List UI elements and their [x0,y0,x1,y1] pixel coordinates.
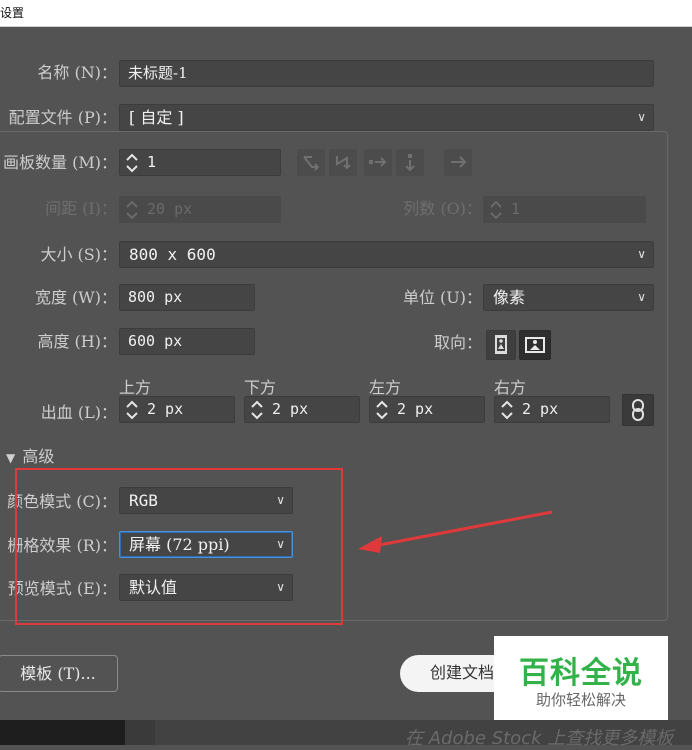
spacing-value: 20 px [147,200,193,218]
bleed-top-label: 上方 [119,378,152,397]
bleed-right-label: 右方 [494,378,527,397]
bleed-label: 出血 (L)： [40,403,117,422]
size-value: 800 x 600 [129,245,216,264]
profile-label: 配置文件 (P)： [8,108,117,127]
bleed-bottom-value: 2 px [272,400,309,418]
bottom-bar: 在 Adobe Stock 上查找更多模板 [0,720,692,749]
spacing-stepper[interactable]: 20 px [119,196,281,223]
chevron-down-icon: ∨ [637,110,646,124]
advanced-toggle[interactable]: ▼ 高级 [6,445,54,469]
stepper-arrows-icon [251,400,263,420]
artboard-count-stepper[interactable]: 1 [119,149,281,176]
stepper-arrows-icon [376,400,388,420]
annotation-highlight-box [15,468,343,625]
chevron-down-icon: ∨ [637,290,646,304]
columns-label: 列数 (O)： [403,199,482,218]
stepper-arrows-icon [490,200,502,220]
columns-value: 1 [511,200,521,218]
grid-by-row-icon[interactable] [297,149,325,176]
size-label: 大小 (S)： [40,245,117,264]
height-label: 高度 (H)： [37,332,117,351]
profile-dropdown[interactable]: [ 自定 ] ∨ [119,104,654,131]
arrange-by-row-icon[interactable] [364,149,392,176]
templates-button[interactable]: 模板 (T)... [0,655,118,692]
bleed-left-stepper[interactable]: 2 px [369,396,485,423]
bleed-top-value: 2 px [147,400,184,418]
bleed-bottom-stepper[interactable]: 2 px [244,396,360,423]
advanced-label: 高级 [22,447,55,466]
spacing-label: 间距 (I)： [45,199,117,218]
portrait-orientation-icon[interactable] [486,330,516,360]
height-input[interactable]: 600 px [119,328,255,355]
title-bar: 设置 [0,0,692,27]
landscape-orientation-icon[interactable] [519,330,551,360]
annotation-arrow-icon [358,510,553,553]
width-input[interactable]: 800 px [119,284,255,311]
units-label: 单位 (U)： [402,288,482,307]
artboard-count-value: 1 [147,153,157,171]
orientation-label: 取向： [433,333,482,352]
bleed-left-label: 左方 [369,378,402,397]
units-value: 像素 [493,288,526,307]
arrange-by-column-icon[interactable] [396,149,424,176]
stepper-arrows-icon [126,200,138,220]
width-label: 宽度 (W)： [34,288,117,307]
watermark-subtitle: 助你轻松解决 [535,691,626,709]
watermark-logo: 百科全说 助你轻松解决 [494,636,668,720]
bleed-right-value: 2 px [522,400,559,418]
stepper-arrows-icon [501,400,513,420]
size-dropdown[interactable]: 800 x 600 ∨ [119,241,654,268]
stepper-arrows-icon [126,153,138,173]
bottom-bar-dark-segment [0,720,125,745]
triangle-down-icon: ▼ [6,451,16,465]
right-to-left-icon[interactable] [444,149,472,176]
bleed-bottom-label: 下方 [244,378,277,397]
watermark-title: 百科全说 [519,656,643,691]
units-dropdown[interactable]: 像素 ∨ [483,284,654,311]
artboard-count-label: 画板数量 (M)： [3,153,117,172]
bleed-right-stepper[interactable]: 2 px [494,396,610,423]
name-input[interactable]: 未标题-1 [119,60,654,87]
window-title: 设置 [0,6,25,20]
chevron-down-icon: ∨ [637,247,646,261]
adobe-stock-link[interactable]: 在 Adobe Stock 上查找更多模板 [405,724,673,750]
grid-by-column-icon[interactable] [329,149,357,176]
columns-stepper[interactable]: 1 [483,196,646,223]
bleed-left-value: 2 px [397,400,434,418]
name-label: 名称 (N)： [37,63,117,82]
bleed-top-stepper[interactable]: 2 px [119,396,235,423]
profile-value: [ 自定 ] [129,108,184,127]
stepper-arrows-icon [126,400,138,420]
link-chain-icon[interactable] [622,394,654,426]
